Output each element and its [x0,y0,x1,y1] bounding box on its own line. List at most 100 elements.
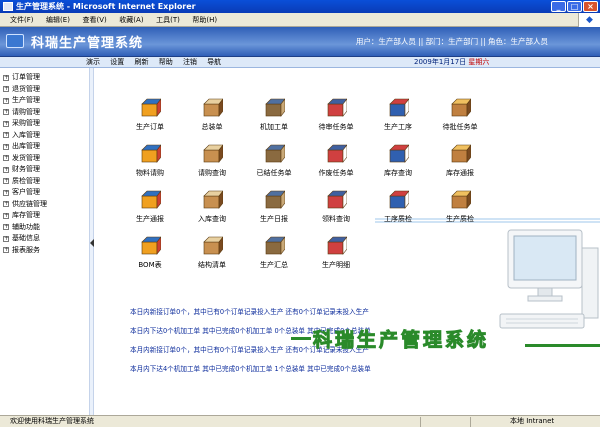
menu-help[interactable]: 帮助(H) [192,13,217,27]
expand-icon[interactable]: + [3,97,9,104]
expand-icon[interactable]: + [3,155,9,162]
sidebar-item[interactable]: + 供应链管理 [0,199,89,211]
order-boxes-icon [139,96,162,118]
tile-process-list[interactable]: 生产工序 [375,96,421,140]
sidebar-collapse-handle[interactable] [90,68,94,415]
tile-approval-boxes[interactable]: 待批任务单 [437,96,483,140]
sidebar-item[interactable]: + 入库管理 [0,130,89,142]
tile-label: 作废任务单 [318,169,354,177]
sidebar-item[interactable]: + 客户管理 [0,187,89,199]
settings-link[interactable]: 设置 [110,58,124,66]
sidebar-item-label: 基础信息 [12,234,40,242]
sidebar-item[interactable]: + 发货管理 [0,153,89,165]
sidebar-item-label: 出库管理 [12,142,40,150]
sidebar-item[interactable]: + 辅助功能 [0,222,89,234]
tile-label: 结构清单 [198,261,226,269]
tile-process-qc[interactable]: 工序质检 [375,188,421,232]
sidebar-item[interactable]: + 报表服务 [0,245,89,257]
expand-icon[interactable]: + [3,247,9,254]
menu-favorites[interactable]: 收藏(A) [119,13,143,27]
process-list-icon [387,96,410,118]
expand-icon[interactable]: + [3,235,9,242]
sidebar-item-label: 退货管理 [12,84,40,93]
sidebar-item[interactable]: + 订单管理 [0,72,89,84]
stat-monthly-work-orders: 本月内下达4个机加工单 其中已完成0个机加工单 1个总装单 其中已完成0个总装单 [130,365,371,373]
computer-illustration-icon [499,229,599,329]
minimize-button[interactable]: _ [551,1,566,12]
expand-icon[interactable]: + [3,74,9,81]
logout-link[interactable]: 注销 [183,58,197,66]
sidebar-item[interactable]: + 质检管理 [0,176,89,188]
expand-icon[interactable]: + [3,189,9,196]
menu-edit[interactable]: 编辑(E) [46,13,70,27]
sidebar-item-label: 订单管理 [12,73,40,81]
help-link[interactable]: 帮助 [159,58,173,66]
sidebar-item[interactable]: + 采购管理 [0,118,89,130]
tile-label: 工序质检 [384,215,412,223]
expand-icon[interactable]: + [3,212,9,219]
tile-structure-list[interactable]: 结构清单 [189,234,235,278]
tile-pending-task[interactable]: 待审任务单 [313,96,359,140]
tile-picking-search[interactable]: 领料查询 [313,188,359,232]
tile-assembly-box[interactable]: 总装单 [189,96,235,140]
tile-label: 机加工单 [260,123,288,131]
expand-icon[interactable]: + [3,143,9,150]
watermark-bar-left [291,337,311,340]
tile-bom-disk[interactable]: BOM表 [127,234,173,278]
expand-icon[interactable]: + [3,109,9,116]
sidebar-item[interactable]: + 库存管理 [0,210,89,222]
sidebar-item-label: 辅助功能 [12,222,40,231]
expand-icon[interactable]: + [3,224,9,231]
structure-list-icon [201,234,224,256]
navigation-link[interactable]: 导航 [207,58,221,66]
stock-search-icon [387,142,410,164]
tile-stock-search[interactable]: 库存查询 [375,142,421,186]
sidebar-item[interactable]: + 请购管理 [0,107,89,119]
pending-task-icon [325,96,348,118]
tile-order-boxes[interactable]: 生产订单 [127,96,173,140]
tile-label: 生产明细 [322,261,350,269]
app-toolbar: 演示 设置 刷新 帮助 注销 导航 2009年1月17日 星期六 [0,57,600,68]
tile-detail[interactable]: 生产明细 [313,234,359,278]
menu-file[interactable]: 文件(F) [10,13,34,27]
sidebar-item[interactable]: + 财务管理 [0,164,89,176]
sidebar-item-label: 库存管理 [12,211,40,219]
expand-icon[interactable]: + [3,120,9,127]
close-button[interactable]: × [583,1,598,12]
collapse-arrow-icon [90,239,94,247]
tile-production-report[interactable]: 生产通报 [127,188,173,232]
tile-request-search[interactable]: 请购查询 [189,142,235,186]
sidebar-item-label: 发货管理 [12,153,40,162]
expand-icon[interactable]: + [3,201,9,208]
sidebar-item[interactable]: + 生产管理 [0,95,89,107]
status-divider [420,417,421,427]
expand-icon[interactable]: + [3,166,9,173]
tile-label: 生产工序 [384,123,412,131]
browser-menubar: 文件(F) 编辑(E) 查看(V) 收藏(A) 工具(T) 帮助(H) ◆ [0,13,600,27]
tile-inbound-search[interactable]: 入库查询 [189,188,235,232]
production-report-icon [139,188,162,210]
menu-tools[interactable]: 工具(T) [156,13,180,27]
tile-closed-task[interactable]: 已结任务单 [251,142,297,186]
status-message: 欢迎使用科瑞生产管理系统 [10,417,94,425]
tile-summary[interactable]: 生产汇总 [251,234,297,278]
demo-link[interactable]: 演示 [86,58,100,66]
menu-view[interactable]: 查看(V) [82,13,106,27]
tile-void-task[interactable]: 作废任务单 [313,142,359,186]
tile-daily-report[interactable]: 生产日报 [251,188,297,232]
expand-icon[interactable]: + [3,86,9,93]
tile-material-request[interactable]: 物料请购 [127,142,173,186]
tile-machining-box[interactable]: 机加工单 [251,96,297,140]
expand-icon[interactable]: + [3,132,9,139]
sidebar-item[interactable]: + 出库管理 [0,141,89,153]
tile-stock-report[interactable]: 库存通报 [437,142,483,186]
tile-label: 生产日报 [260,215,288,223]
intranet-zone: 本地 Intranet [510,417,555,425]
refresh-link[interactable]: 刷新 [134,58,148,66]
sidebar-item[interactable]: + 基础信息 [0,233,89,245]
weekday-text: 星期六 [468,58,490,66]
sidebar-item[interactable]: + 退货管理 [0,84,89,96]
tile-production-qc[interactable]: 生产质检 [437,188,483,232]
maximize-button[interactable]: □ [567,1,582,12]
expand-icon[interactable]: + [3,178,9,185]
